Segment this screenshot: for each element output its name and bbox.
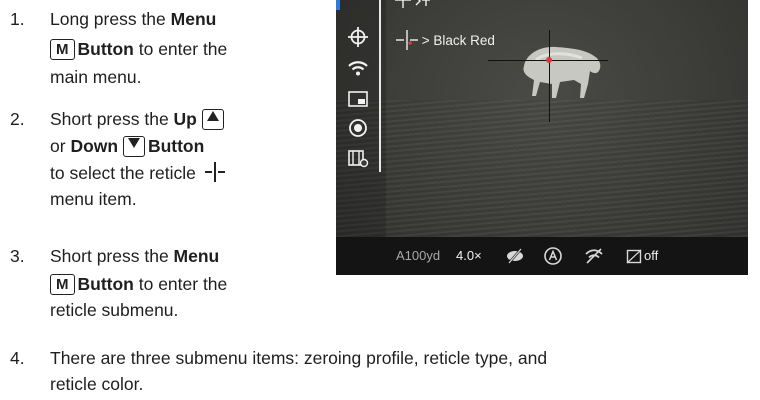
up-label: Up bbox=[173, 109, 197, 129]
step-text: reticle submenu. bbox=[50, 300, 179, 320]
wifi-off-icon bbox=[585, 248, 603, 264]
button-label: Button bbox=[77, 274, 134, 294]
down-label: Down bbox=[70, 136, 119, 156]
wifi-icon[interactable] bbox=[346, 58, 370, 78]
status-bar: A100yd 4.0× off bbox=[336, 237, 748, 275]
step-number: 3. bbox=[10, 246, 25, 266]
camera-icon[interactable] bbox=[346, 118, 370, 138]
device-screen: > Black Red A100yd 4.0× off bbox=[336, 0, 748, 275]
step-number: 1. bbox=[10, 9, 25, 29]
step-text: Short press the bbox=[50, 109, 174, 129]
scroll-line bbox=[379, 0, 381, 172]
step-text: Long press the bbox=[50, 9, 171, 29]
step-text: Short press the bbox=[50, 246, 174, 266]
selection-marker bbox=[336, 0, 340, 10]
m-key-icon: M bbox=[50, 274, 75, 295]
reticle-vertical bbox=[549, 30, 550, 122]
pip-off-icon bbox=[626, 249, 642, 264]
reticle-color-row[interactable]: > Black Red bbox=[396, 30, 495, 50]
crosshair-icon[interactable] bbox=[346, 27, 370, 47]
reticle-center-dot bbox=[546, 57, 552, 63]
auto-calibration-icon bbox=[544, 247, 562, 265]
button-label: Button bbox=[77, 39, 134, 59]
animal-silhouette bbox=[523, 46, 601, 98]
reticle-icon bbox=[396, 30, 418, 50]
step-text: reticle color. bbox=[50, 374, 144, 394]
step-text: There are three submenu items: zeroing p… bbox=[50, 348, 548, 368]
up-key-icon bbox=[201, 109, 224, 130]
reticle-color-value: > Black Red bbox=[421, 33, 495, 48]
distance-readout: A100yd bbox=[396, 248, 441, 263]
video-settings-icon[interactable] bbox=[346, 148, 370, 168]
step-text: to enter the bbox=[133, 39, 228, 59]
step-text: main menu. bbox=[50, 67, 142, 87]
step-text: or bbox=[50, 136, 71, 156]
step-number: 2. bbox=[10, 109, 25, 129]
step-number: 4. bbox=[10, 348, 25, 368]
m-key-icon: M bbox=[50, 39, 75, 60]
step-text: menu item. bbox=[50, 189, 137, 209]
zoom-readout: 4.0× bbox=[456, 248, 482, 263]
menu-label: Menu bbox=[173, 246, 220, 266]
main-menu-sidebar bbox=[336, 0, 386, 240]
reticle-icon bbox=[204, 162, 225, 182]
pip-icon[interactable] bbox=[346, 89, 370, 109]
down-key-icon bbox=[122, 136, 145, 157]
reticle-submenu-icon-top bbox=[395, 0, 430, 8]
pip-status-value: off bbox=[644, 248, 659, 263]
button-label: Button bbox=[147, 136, 205, 156]
step-text: to enter the bbox=[133, 274, 228, 294]
step-text: to select the reticle bbox=[50, 163, 196, 183]
menu-label: Menu bbox=[170, 9, 217, 29]
hidden-eye-icon bbox=[507, 248, 523, 264]
